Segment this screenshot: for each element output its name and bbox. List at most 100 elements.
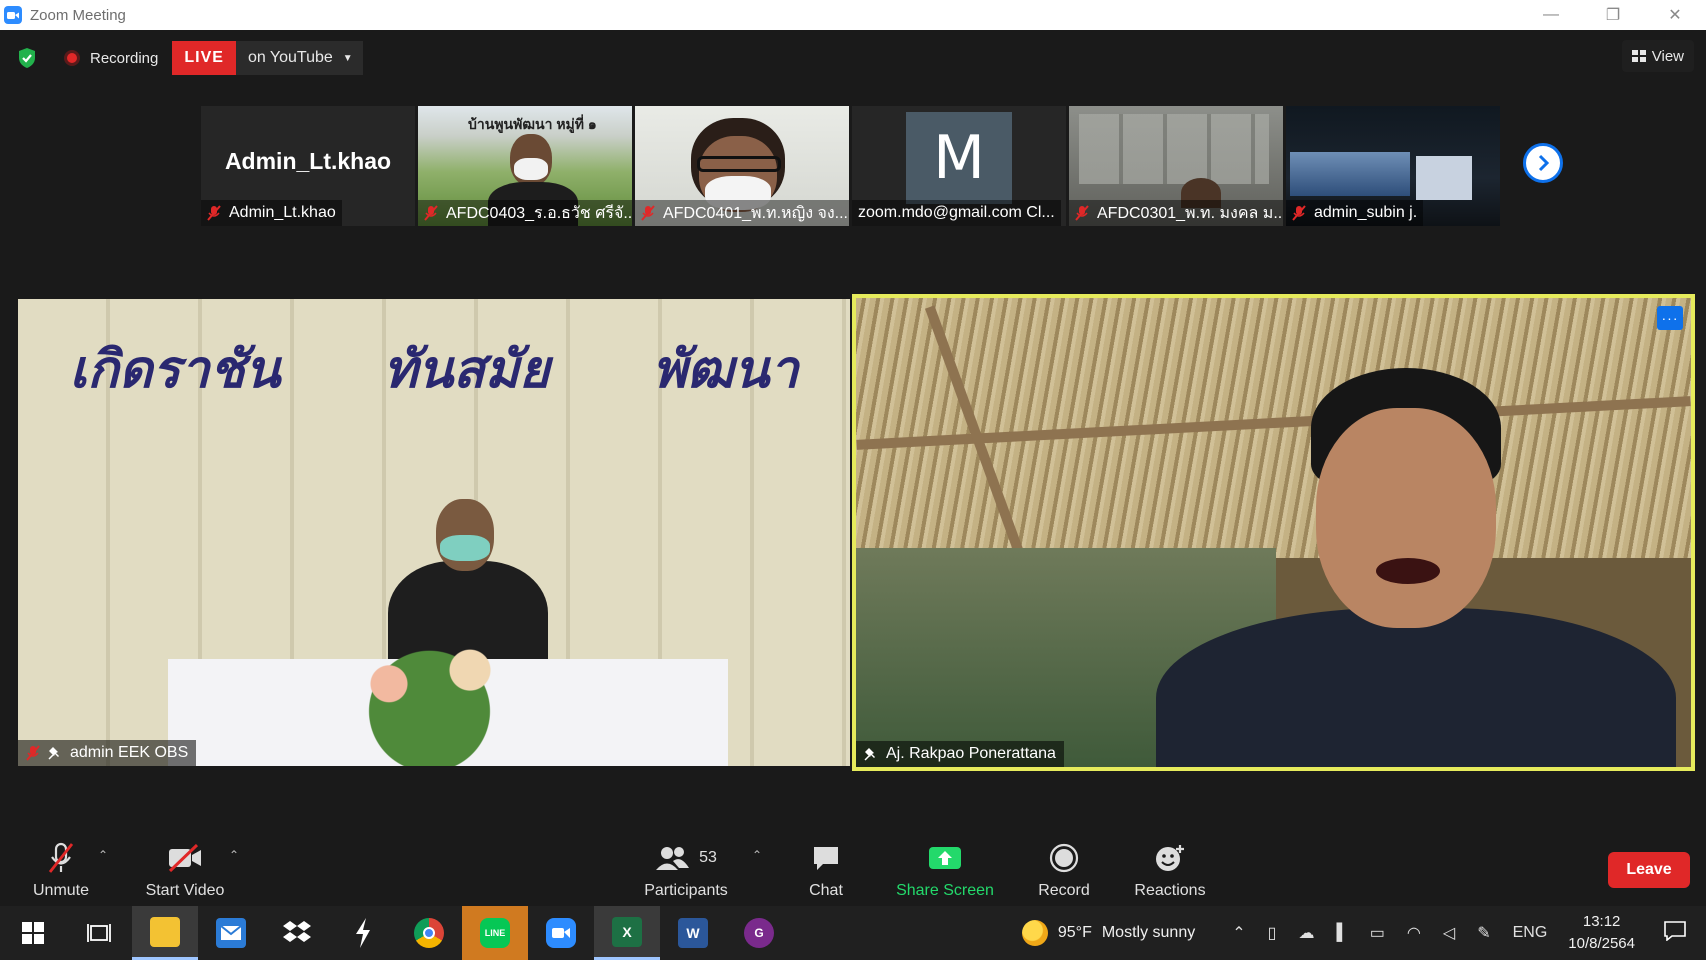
close-icon[interactable]: ✕: [1644, 0, 1706, 30]
zoom-taskbar-icon[interactable]: [528, 906, 594, 960]
start-video-label: Start Video: [145, 882, 225, 899]
cloud-icon[interactable]: ☁: [1298, 923, 1314, 943]
next-page-button[interactable]: [1523, 143, 1563, 183]
mail-icon[interactable]: [198, 906, 264, 960]
recording-label: Recording: [90, 49, 159, 67]
meeting-stage: Recording LIVE on YouTube ▼ View Admin_L…: [0, 30, 1706, 906]
view-button[interactable]: View: [1621, 40, 1694, 72]
windows-start-icon[interactable]: [0, 906, 66, 960]
participant-thumb[interactable]: บ้านพูนพัฒนา หมู่ที่ ๑ AFDC0403_ร.อ.ธวัช…: [418, 106, 632, 226]
face-mask: [514, 158, 548, 180]
mic-muted-icon: [26, 745, 40, 761]
recording-indicator[interactable]: Recording: [64, 50, 158, 67]
audio-options-caret-icon[interactable]: ⌃: [98, 848, 108, 862]
participants-options-caret-icon[interactable]: ⌃: [752, 848, 762, 862]
weather-desc: Mostly sunny: [1101, 924, 1196, 941]
chrome-icon[interactable]: [396, 906, 462, 960]
chat-button[interactable]: Chat: [800, 840, 852, 900]
line-app-icon[interactable]: LINE: [462, 906, 528, 960]
record-label: Record: [1038, 882, 1090, 899]
share-screen-button[interactable]: Share Screen: [894, 840, 996, 900]
unmute-button[interactable]: Unmute: [30, 840, 92, 900]
chat-label: Chat: [809, 882, 843, 899]
dropbox-icon[interactable]: [264, 906, 330, 960]
more-options-button[interactable]: ···: [1657, 306, 1683, 330]
minimize-icon[interactable]: —: [1520, 0, 1582, 30]
participants-icon: 53: [655, 840, 717, 876]
participant-name-label: admin_subin j.: [1286, 200, 1424, 226]
reactions-button[interactable]: Reactions: [1130, 840, 1210, 900]
background-board: [1079, 114, 1269, 184]
security-shield-icon[interactable]: [14, 45, 40, 71]
chevron-up-icon[interactable]: ⌃: [1232, 923, 1245, 943]
zoom-app-icon: [4, 6, 22, 24]
background-banner: เกิดราชัน ทันสมัย พัฒนา: [18, 327, 850, 410]
pdf-app-icon[interactable]: G: [726, 906, 792, 960]
unmute-label: Unmute: [32, 882, 90, 899]
participant-name-label: AFDC0401_พ.ท.หญิง จง...: [635, 200, 849, 226]
clock[interactable]: 13:12 10/8/2564: [1568, 911, 1635, 955]
participants-button[interactable]: 53 Participants: [640, 840, 732, 900]
microphone-icon[interactable]: ▌: [1336, 924, 1347, 942]
file-explorer-icon[interactable]: [132, 906, 198, 960]
live-stream-control[interactable]: LIVE on YouTube ▼: [172, 41, 363, 75]
meeting-toolbar: Unmute ⌃ Start Video ⌃ 53 Participants ⌃…: [0, 836, 1706, 906]
participant-thumb[interactable]: M zoom.mdo@gmail.com Cl...: [852, 106, 1066, 226]
phone-link-icon[interactable]: ▯: [1268, 923, 1277, 943]
video-tile-left[interactable]: เกิดราชัน ทันสมัย พัฒนา admin EEK OBS: [18, 299, 850, 766]
language-indicator[interactable]: ENG: [1513, 924, 1548, 942]
participant-strip: Admin_Lt.khao Admin_Lt.khao บ้านพูนพัฒนา…: [201, 106, 1500, 226]
participant-thumb[interactable]: AFDC0401_พ.ท.หญิง จง...: [635, 106, 849, 226]
pen-icon[interactable]: ✎: [1477, 923, 1490, 943]
participant-thumb[interactable]: AFDC0301_พ.ท. มงคล ม...: [1069, 106, 1283, 226]
weather-widget[interactable]: 95°F Mostly sunny: [1021, 920, 1196, 946]
partly-sunny-icon: [1021, 920, 1048, 946]
volume-icon[interactable]: ◁: [1443, 923, 1455, 943]
participant-name: admin EEK OBS: [70, 744, 189, 761]
banner-word: เกิดราชัน: [69, 339, 281, 400]
mic-muted-icon: [1075, 205, 1089, 221]
battery-icon[interactable]: ▭: [1370, 923, 1385, 943]
video-tile-active-speaker[interactable]: ··· Aj. Rakpao Ponerattana: [852, 294, 1695, 771]
reactions-icon: [1154, 840, 1186, 876]
live-platform-label: on YouTube: [247, 49, 333, 66]
participant-name: admin_subin j.: [1314, 204, 1418, 221]
leave-button[interactable]: Leave: [1608, 852, 1690, 888]
mic-muted-icon: [424, 205, 438, 221]
word-icon[interactable]: W: [660, 906, 726, 960]
participant-name-label: zoom.mdo@gmail.com Cl...: [852, 200, 1061, 226]
wifi-icon[interactable]: ◠: [1407, 923, 1421, 943]
bolt-app-icon[interactable]: [330, 906, 396, 960]
participant-name-label: Aj. Rakpao Ponerattana: [856, 741, 1064, 767]
weather-temp: 95°F: [1057, 924, 1092, 941]
participant-thumb[interactable]: Admin_Lt.khao Admin_Lt.khao: [201, 106, 415, 226]
clock-date: 10/8/2564: [1568, 935, 1635, 952]
record-button[interactable]: Record: [1034, 840, 1094, 900]
task-view-icon[interactable]: [66, 906, 132, 960]
share-screen-label: Share Screen: [896, 882, 994, 899]
mic-muted-icon: [46, 840, 76, 876]
start-video-button[interactable]: Start Video: [140, 840, 230, 900]
recording-dot-icon: [64, 50, 80, 66]
participant-name-label: admin EEK OBS: [18, 740, 197, 766]
live-badge: LIVE: [172, 41, 236, 75]
mic-muted-icon: [207, 205, 221, 221]
banner-word: ทันสมัย: [383, 339, 550, 400]
restore-icon[interactable]: ❐: [1582, 0, 1644, 30]
live-platform-dropdown[interactable]: on YouTube ▼: [235, 41, 363, 75]
participant-name: Aj. Rakpao Ponerattana: [886, 745, 1056, 762]
window-titlebar: Zoom Meeting — ❐ ✕: [0, 0, 1706, 30]
notifications-icon[interactable]: [1664, 920, 1686, 946]
participant-name: AFDC0403_ร.อ.ธวัช ศรีจั...: [446, 204, 632, 222]
grid-view-icon: [1631, 50, 1646, 62]
mic-muted-icon: [1292, 205, 1306, 221]
participants-count: 53: [699, 849, 717, 866]
participant-thumb[interactable]: admin_subin j.: [1286, 106, 1500, 226]
chat-icon: [811, 840, 841, 876]
participant-name: AFDC0301_พ.ท. มงคล ม...: [1097, 204, 1283, 222]
excel-icon[interactable]: X: [594, 906, 660, 960]
monitor-screen: [1416, 156, 1472, 200]
window-title: Zoom Meeting: [30, 6, 126, 24]
video-options-caret-icon[interactable]: ⌃: [229, 848, 239, 862]
flower-arrangement: [308, 629, 578, 766]
